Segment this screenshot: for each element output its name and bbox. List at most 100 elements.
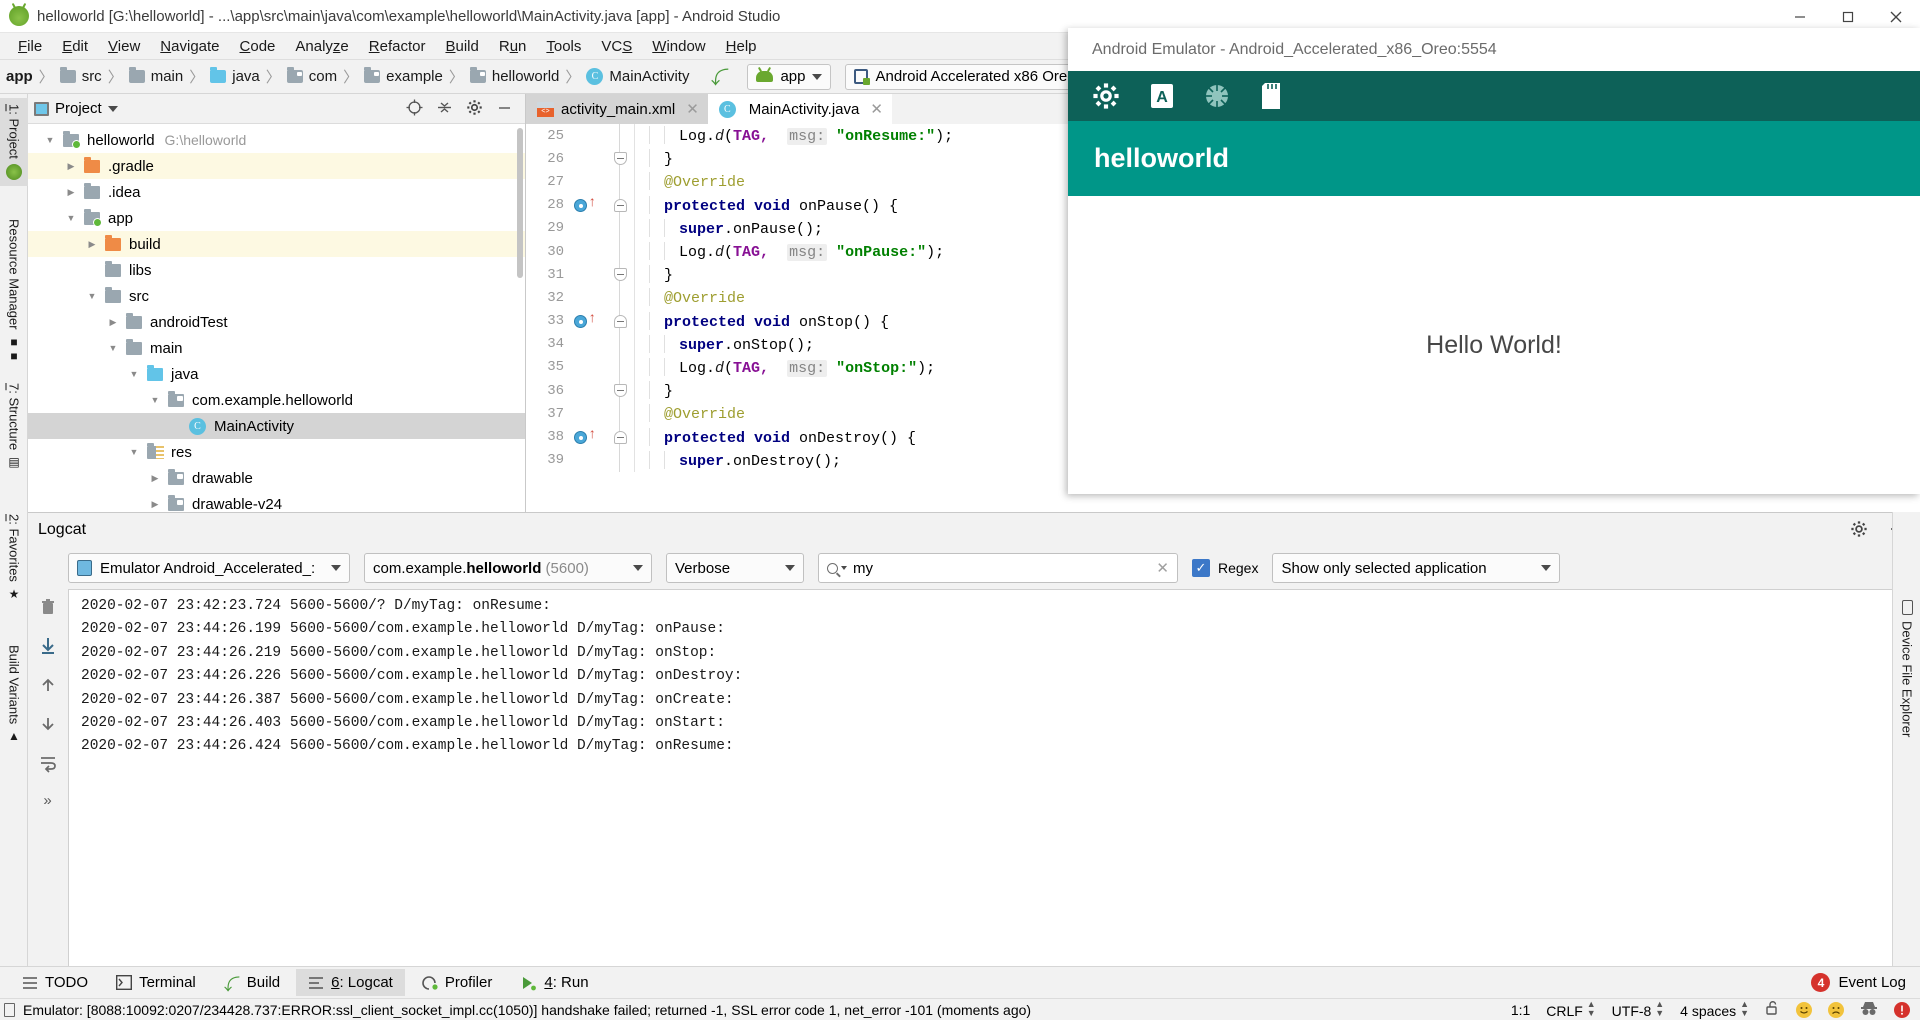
sd-card-icon[interactable] (1260, 82, 1282, 110)
menu-item-vcs[interactable]: VCS (591, 36, 642, 57)
gutter-icons[interactable] (570, 333, 606, 356)
fold-column[interactable] (606, 193, 634, 217)
gear-icon[interactable] (1092, 82, 1120, 110)
collapse-arrow-icon[interactable] (63, 161, 79, 172)
tree-node-mainactivity[interactable]: C MainActivity (28, 413, 525, 439)
left-tab-favorites[interactable]: 2: Favorites ★ (0, 508, 28, 607)
gutter-icons[interactable] (570, 286, 606, 309)
tree-node-com-example-helloworld[interactable]: com.example.helloworld (28, 387, 525, 413)
project-tree[interactable]: helloworld G:\helloworld .gradle .idea app bu… (28, 124, 525, 512)
tree-node-drawable[interactable]: drawable (28, 465, 525, 491)
chevron-down-icon[interactable] (107, 105, 118, 112)
fold-column[interactable] (606, 286, 634, 310)
fold-column[interactable] (606, 332, 634, 356)
logcat-level-selector[interactable]: Verbose (666, 553, 804, 583)
fold-region-end-icon[interactable] (613, 384, 627, 398)
menu-item-navigate[interactable]: Navigate (150, 36, 229, 57)
fold-region-start-icon[interactable] (613, 314, 627, 328)
gutter-icons[interactable] (570, 217, 606, 240)
file-encoding[interactable]: UTF-8 ▲ ▼ (1612, 1000, 1664, 1020)
collapse-arrow-icon[interactable] (105, 317, 121, 328)
close-tab-icon[interactable]: ✕ (870, 100, 883, 118)
collapse-arrow-icon[interactable] (84, 239, 100, 250)
gutter-icons[interactable] (570, 240, 606, 263)
logcat-process-selector[interactable]: com.example.helloworld (5600) (364, 553, 652, 583)
tree-node-helloworld[interactable]: helloworld G:\helloworld (28, 127, 525, 153)
lock-open-icon[interactable] (1765, 1000, 1780, 1019)
logcat-search-input[interactable]: my ✕ (818, 553, 1178, 583)
target-icon[interactable] (406, 99, 423, 119)
fold-region-start-icon[interactable] (613, 430, 627, 444)
breadcrumb-item-java[interactable]: java (210, 67, 260, 85)
smiley-sad-icon[interactable] (1828, 1001, 1844, 1018)
breakpoint-icon[interactable] (574, 198, 587, 212)
gutter-icons[interactable]: ↑ (570, 194, 606, 217)
gutter-icons[interactable] (570, 449, 606, 472)
logcat-device-selector[interactable]: Emulator Android_Accelerated_: (68, 553, 350, 583)
tree-node-main[interactable]: main (28, 335, 525, 361)
wrap-text-icon[interactable] (38, 753, 58, 776)
menu-item-build[interactable]: Build (435, 36, 488, 57)
left-tab-project[interactable]: 1: Project (0, 98, 28, 186)
fold-column[interactable] (606, 379, 634, 403)
logcat-regex-toggle[interactable]: ✓ Regex (1192, 559, 1258, 577)
fold-column[interactable] (606, 216, 634, 240)
gutter-icons[interactable] (570, 124, 606, 147)
left-tab-structure[interactable]: 7: Structure ▤ (0, 377, 28, 475)
gutter-icons[interactable] (570, 402, 606, 425)
menu-item-tools[interactable]: Tools (536, 36, 591, 57)
tree-node-res[interactable]: res (28, 439, 525, 465)
bottom-tab-4-run[interactable]: 4: Run (508, 969, 600, 996)
breadcrumb-item-src[interactable]: src (59, 67, 102, 85)
clear-search-icon[interactable]: ✕ (1156, 559, 1169, 577)
menu-item-view[interactable]: View (98, 36, 150, 57)
expand-arrow-icon[interactable] (84, 291, 100, 301)
breadcrumb-item-main[interactable]: main (128, 67, 183, 85)
tree-node-java[interactable]: java (28, 361, 525, 387)
breadcrumb-item-helloworld[interactable]: helloworld (469, 67, 559, 85)
trash-icon[interactable] (38, 597, 58, 620)
editor-tab-activity-main-xml[interactable]: activity_main.xml ✕ (526, 94, 708, 124)
bottom-tab-build[interactable]: ⤵ Build (212, 966, 292, 1000)
gutter-icons[interactable] (570, 170, 606, 193)
fold-region-start-icon[interactable] (613, 198, 627, 212)
logcat-filter-selector[interactable]: Show only selected application (1272, 553, 1561, 583)
expand-arrow-icon[interactable] (42, 135, 58, 145)
tree-node--gradle[interactable]: .gradle (28, 153, 525, 179)
fold-column[interactable] (606, 355, 634, 380)
bottom-tab-profiler[interactable]: Profiler (409, 969, 505, 996)
collapse-arrow-icon[interactable] (147, 499, 163, 510)
gutter-icons[interactable] (570, 379, 606, 402)
right-tab-device-file-explorer[interactable]: Device File Explorer (1893, 592, 1920, 745)
fold-column[interactable] (606, 170, 634, 194)
gutter-icons[interactable] (570, 263, 606, 286)
bottom-tab-6-logcat[interactable]: 6: Logcat (296, 969, 405, 996)
collapse-all-icon[interactable] (436, 99, 453, 119)
expand-arrow-icon[interactable] (63, 213, 79, 223)
fold-column[interactable] (606, 124, 634, 148)
fold-column[interactable] (606, 425, 634, 449)
breadcrumb-item-example[interactable]: example (364, 67, 443, 85)
menu-item-refactor[interactable]: Refactor (359, 36, 436, 57)
fold-column[interactable] (606, 309, 634, 333)
hide-panel-icon[interactable] (496, 99, 513, 119)
fold-column[interactable] (606, 402, 634, 426)
fold-region-end-icon[interactable] (613, 268, 627, 282)
expand-arrow-icon[interactable] (126, 447, 142, 457)
collapse-arrow-icon[interactable] (147, 473, 163, 484)
gutter-icons[interactable] (570, 356, 606, 379)
bottom-tab-todo[interactable]: TODO (10, 969, 100, 996)
expand-arrow-icon[interactable] (105, 343, 121, 353)
menu-item-code[interactable]: Code (230, 36, 286, 57)
incognito-icon[interactable] (1860, 1000, 1878, 1019)
run-configuration-selector[interactable]: app (747, 63, 832, 90)
collapse-arrow-icon[interactable] (63, 187, 79, 198)
indent-setting[interactable]: 4 spaces ▲ ▼ (1680, 1000, 1749, 1020)
circle-icon[interactable] (1204, 83, 1230, 109)
down-icon[interactable] (38, 714, 58, 737)
menu-item-file[interactable]: File (8, 36, 52, 57)
scroll-to-end-icon[interactable] (38, 636, 58, 659)
make-project-icon[interactable]: ⤵ (711, 64, 729, 90)
fold-column[interactable] (606, 147, 634, 171)
project-tree-scrollbar[interactable] (517, 128, 523, 278)
